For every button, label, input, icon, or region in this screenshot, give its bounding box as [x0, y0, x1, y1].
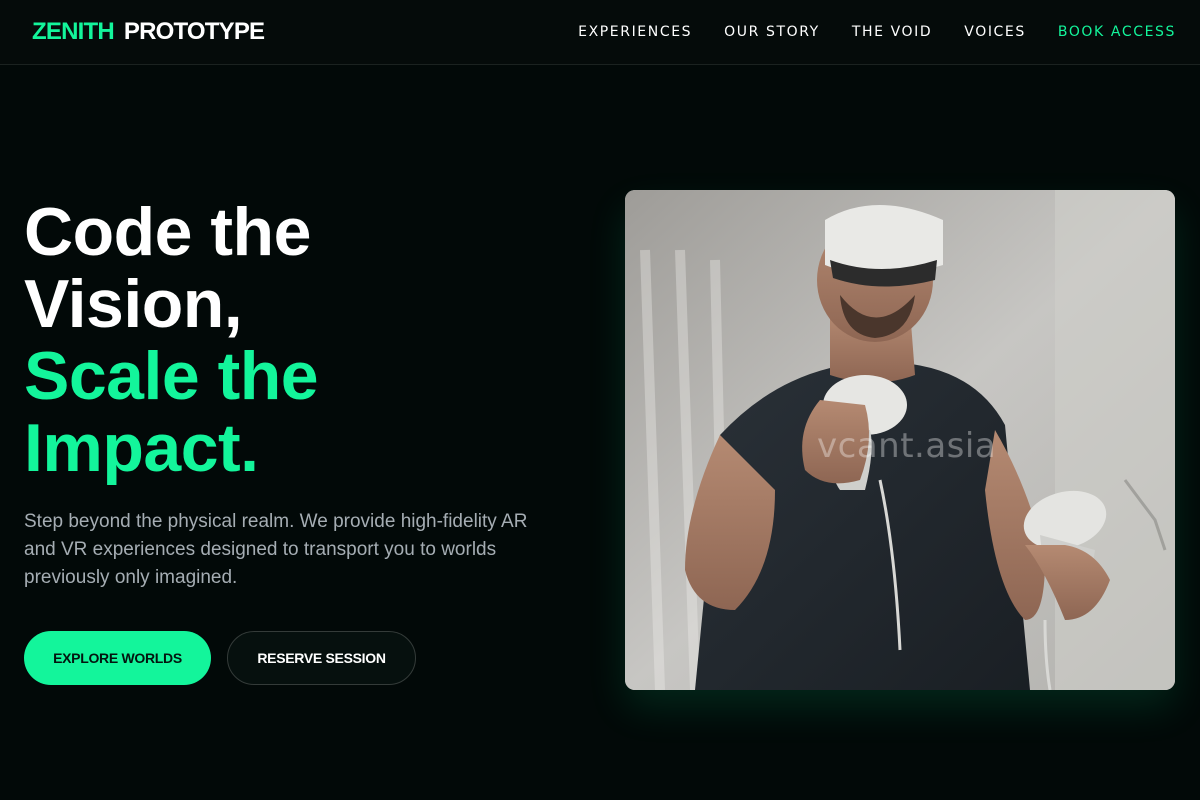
reserve-session-button[interactable]: RESERVE SESSION	[227, 631, 416, 685]
hero-title-line-4: Impact.	[24, 410, 259, 486]
nav-book-access[interactable]: BOOK ACCESS	[1058, 24, 1176, 40]
hero-title-line-1: Code the	[24, 194, 311, 270]
explore-worlds-button[interactable]: EXPLORE WORLDS	[24, 631, 211, 685]
hero-title: Code the Vision, Scale the Impact.	[24, 194, 319, 486]
nav-voices[interactable]: VOICES	[964, 24, 1026, 40]
site-header: ZENITH PROTOTYPE EXPERIENCES OUR STORY TH…	[0, 0, 1200, 65]
logo[interactable]: ZENITH PROTOTYPE	[32, 18, 265, 46]
nav-the-void[interactable]: THE VOID	[852, 24, 932, 40]
nav-experiences[interactable]: EXPERIENCES	[578, 24, 692, 40]
hero-description: Step beyond the physical realm. We provi…	[24, 511, 528, 588]
nav-our-story[interactable]: OUR STORY	[724, 24, 820, 40]
logo-brand: ZENITH	[32, 18, 115, 45]
hero-title-line-2: Vision,	[24, 266, 243, 342]
logo-subtitle: PROTOTYPE	[123, 18, 265, 45]
hero-image: vcant.asia	[625, 190, 1175, 690]
hero-title-line-3: Scale the	[24, 338, 319, 414]
image-watermark: vcant.asia	[817, 426, 997, 466]
main-nav: EXPERIENCES OUR STORY THE VOID VOICES BO…	[578, 24, 1176, 40]
